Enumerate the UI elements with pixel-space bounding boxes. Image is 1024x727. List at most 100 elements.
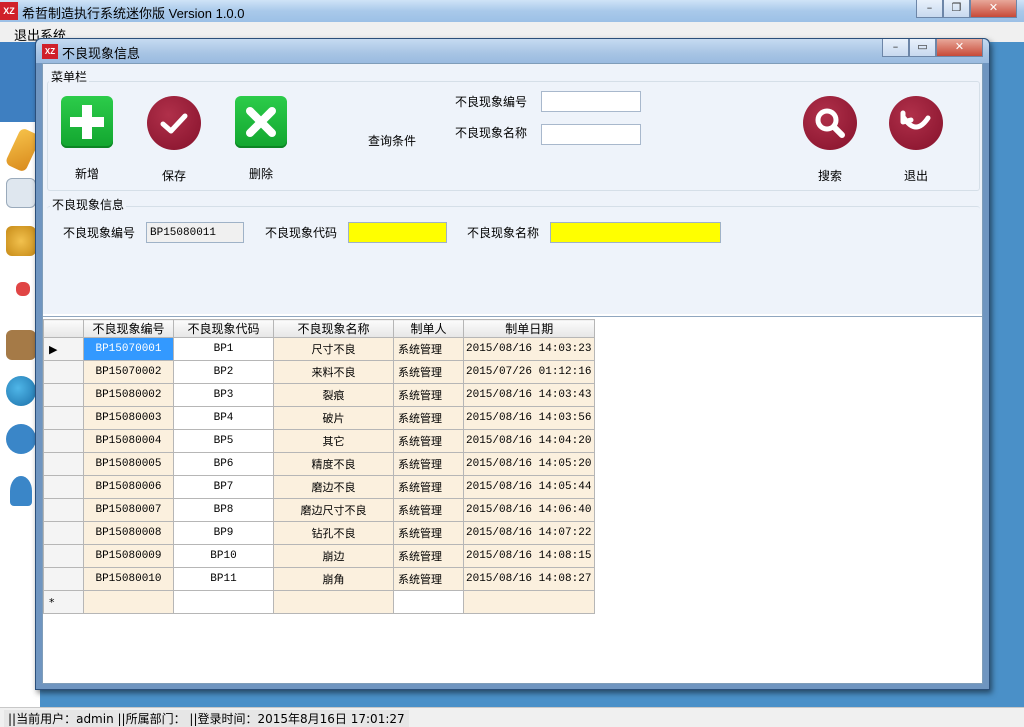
dialog-close-button[interactable]: ✕ bbox=[936, 39, 983, 57]
cell-creator[interactable]: 系统管理 bbox=[393, 475, 464, 499]
cell-defect-code[interactable]: BP6 bbox=[173, 452, 274, 476]
cell-defect-code[interactable]: BP10 bbox=[173, 544, 274, 568]
col-header-defect-no[interactable]: 不良现象编号 bbox=[83, 319, 174, 338]
cell-creator[interactable]: 系统管理 bbox=[393, 429, 464, 453]
query-code-input[interactable] bbox=[541, 91, 641, 112]
cell-defect-code[interactable]: BP11 bbox=[173, 567, 274, 591]
cell-defect-no[interactable]: BP15080008 bbox=[83, 521, 174, 545]
cell-defect-no[interactable]: BP15080003 bbox=[83, 406, 174, 430]
row-header[interactable]: ▶ bbox=[43, 337, 84, 361]
search-button[interactable]: 搜索 bbox=[800, 96, 860, 184]
cell-defect-no[interactable]: BP15070001 bbox=[83, 337, 174, 361]
query-name-input[interactable] bbox=[541, 124, 641, 145]
cell-create-date[interactable]: 2015/08/16 14:08:27 bbox=[462, 567, 596, 591]
new-row-cell[interactable] bbox=[393, 590, 464, 614]
cell-create-date[interactable]: 2015/08/16 14:06:40 bbox=[462, 498, 596, 522]
cell-creator[interactable]: 系统管理 bbox=[393, 383, 464, 407]
table-row[interactable]: BP15080007 BP8 磨边尺寸不良 系统管理 2015/08/16 14:06:… bbox=[43, 498, 596, 522]
table-row[interactable]: BP15080010 BP11 崩角 系统管理 2015/08/16 14:08:27 bbox=[43, 567, 596, 591]
info-name-field[interactable] bbox=[550, 222, 721, 243]
table-row[interactable]: BP15080008 BP9 钻孔不良 系统管理 2015/08/16 14:07:22 bbox=[43, 521, 596, 545]
cell-creator[interactable]: 系统管理 bbox=[393, 567, 464, 591]
col-header-create-date[interactable]: 制单日期 bbox=[462, 319, 596, 338]
cell-defect-code[interactable]: BP3 bbox=[173, 383, 274, 407]
col-header-defect-code[interactable]: 不良现象代码 bbox=[173, 319, 274, 338]
cell-defect-name[interactable]: 其它 bbox=[273, 429, 394, 453]
new-row-cell[interactable] bbox=[462, 590, 596, 614]
new-row-header[interactable]: * bbox=[43, 590, 84, 614]
table-row[interactable]: BP15070002 BP2 来料不良 系统管理 2015/07/26 01:12:16 bbox=[43, 360, 596, 384]
dialog-minimize-button[interactable]: – bbox=[882, 39, 909, 57]
col-header-creator[interactable]: 制单人 bbox=[393, 319, 464, 338]
cell-create-date[interactable]: 2015/07/26 01:12:16 bbox=[462, 360, 596, 384]
add-button[interactable]: 新增 bbox=[57, 96, 117, 182]
cell-defect-code[interactable]: BP5 bbox=[173, 429, 274, 453]
row-header[interactable] bbox=[43, 521, 84, 545]
defect-grid[interactable]: 不良现象编号 不良现象代码 不良现象名称 制单人 制单日期 ▶ BP1507000… bbox=[43, 319, 596, 614]
cell-create-date[interactable]: 2015/08/16 14:07:22 bbox=[462, 521, 596, 545]
new-row-cell[interactable] bbox=[173, 590, 274, 614]
grid-corner-header[interactable] bbox=[43, 319, 84, 338]
minimize-button[interactable]: – bbox=[916, 0, 943, 18]
delete-button[interactable]: 删除 bbox=[231, 96, 291, 182]
cell-defect-code[interactable]: BP1 bbox=[173, 337, 274, 361]
cell-defect-name[interactable]: 磨边尺寸不良 bbox=[273, 498, 394, 522]
cell-defect-no[interactable]: BP15080007 bbox=[83, 498, 174, 522]
cell-defect-code[interactable]: BP8 bbox=[173, 498, 274, 522]
cell-defect-code[interactable]: BP4 bbox=[173, 406, 274, 430]
exit-button[interactable]: 退出 bbox=[886, 96, 946, 184]
cell-create-date[interactable]: 2015/08/16 14:03:56 bbox=[462, 406, 596, 430]
table-row[interactable]: BP15080003 BP4 破片 系统管理 2015/08/16 14:03:56 bbox=[43, 406, 596, 430]
row-header[interactable] bbox=[43, 567, 84, 591]
row-header[interactable] bbox=[43, 475, 84, 499]
cell-defect-code[interactable]: BP9 bbox=[173, 521, 274, 545]
cell-defect-name[interactable]: 磨边不良 bbox=[273, 475, 394, 499]
cell-create-date[interactable]: 2015/08/16 14:08:15 bbox=[462, 544, 596, 568]
cell-defect-name[interactable]: 裂痕 bbox=[273, 383, 394, 407]
cell-defect-no[interactable]: BP15080005 bbox=[83, 452, 174, 476]
cell-defect-name[interactable]: 精度不良 bbox=[273, 452, 394, 476]
cell-create-date[interactable]: 2015/08/16 14:04:20 bbox=[462, 429, 596, 453]
cell-defect-no[interactable]: BP15080004 bbox=[83, 429, 174, 453]
cell-defect-no[interactable]: BP15080002 bbox=[83, 383, 174, 407]
table-row[interactable]: ▶ BP15070001 BP1 尺寸不良 系统管理 2015/08/16 14:03:2… bbox=[43, 337, 596, 361]
cell-creator[interactable]: 系统管理 bbox=[393, 406, 464, 430]
save-button[interactable]: 保存 bbox=[144, 96, 204, 184]
cell-creator[interactable]: 系统管理 bbox=[393, 360, 464, 384]
row-header[interactable] bbox=[43, 498, 84, 522]
cell-creator[interactable]: 系统管理 bbox=[393, 452, 464, 476]
cell-defect-name[interactable]: 崩角 bbox=[273, 567, 394, 591]
row-header[interactable] bbox=[43, 452, 84, 476]
table-row[interactable]: BP15080005 BP6 精度不良 系统管理 2015/08/16 14:05:20 bbox=[43, 452, 596, 476]
table-row[interactable]: BP15080002 BP3 裂痕 系统管理 2015/08/16 14:03:43 bbox=[43, 383, 596, 407]
cell-creator[interactable]: 系统管理 bbox=[393, 337, 464, 361]
cell-create-date[interactable]: 2015/08/16 14:03:43 bbox=[462, 383, 596, 407]
cell-defect-no[interactable]: BP15070002 bbox=[83, 360, 174, 384]
row-header[interactable] bbox=[43, 429, 84, 453]
new-row[interactable]: * bbox=[43, 590, 596, 614]
info-code-field[interactable] bbox=[348, 222, 447, 243]
row-header[interactable] bbox=[43, 406, 84, 430]
restore-button[interactable]: ❐ bbox=[943, 0, 970, 18]
table-row[interactable]: BP15080009 BP10 崩边 系统管理 2015/08/16 14:08:15 bbox=[43, 544, 596, 568]
cell-defect-name[interactable]: 来料不良 bbox=[273, 360, 394, 384]
new-row-cell[interactable] bbox=[83, 590, 174, 614]
table-row[interactable]: BP15080006 BP7 磨边不良 系统管理 2015/08/16 14:05:44 bbox=[43, 475, 596, 499]
cell-creator[interactable]: 系统管理 bbox=[393, 498, 464, 522]
close-button[interactable]: ✕ bbox=[970, 0, 1017, 18]
cell-defect-no[interactable]: BP15080006 bbox=[83, 475, 174, 499]
cell-defect-name[interactable]: 尺寸不良 bbox=[273, 337, 394, 361]
cell-defect-code[interactable]: BP2 bbox=[173, 360, 274, 384]
cell-create-date[interactable]: 2015/08/16 14:05:20 bbox=[462, 452, 596, 476]
cell-defect-no[interactable]: BP15080009 bbox=[83, 544, 174, 568]
cell-defect-name[interactable]: 崩边 bbox=[273, 544, 394, 568]
row-header[interactable] bbox=[43, 383, 84, 407]
row-header[interactable] bbox=[43, 544, 84, 568]
cell-defect-no[interactable]: BP15080010 bbox=[83, 567, 174, 591]
cell-defect-name[interactable]: 钻孔不良 bbox=[273, 521, 394, 545]
cell-create-date[interactable]: 2015/08/16 14:03:23 bbox=[462, 337, 596, 361]
cell-creator[interactable]: 系统管理 bbox=[393, 544, 464, 568]
cell-defect-code[interactable]: BP7 bbox=[173, 475, 274, 499]
cell-create-date[interactable]: 2015/08/16 14:05:44 bbox=[462, 475, 596, 499]
dialog-maximize-button[interactable]: ▭ bbox=[909, 39, 936, 57]
